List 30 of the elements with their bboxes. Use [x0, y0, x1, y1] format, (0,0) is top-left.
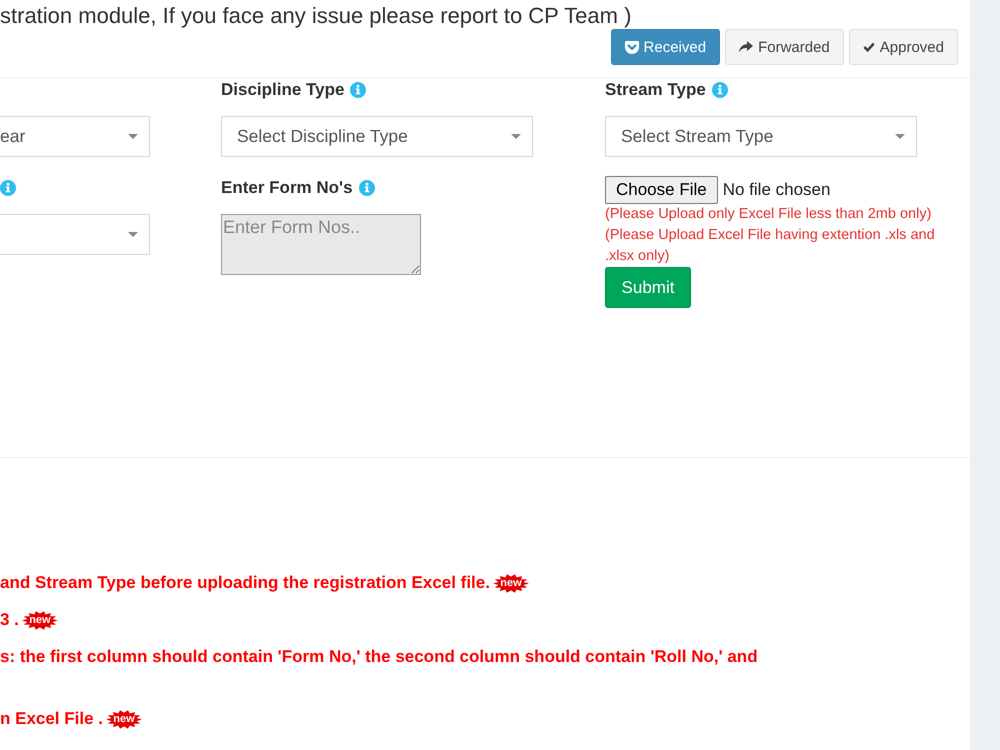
new-badge: new	[106, 710, 142, 730]
upload-hint-text: (Please Upload only Excel File less than 2mb only)	[605, 205, 932, 224]
share-icon	[739, 41, 754, 53]
text-area-field[interactable]: Enter Form Nos..	[221, 214, 421, 275]
select-dropdown[interactable]: ear	[0, 116, 150, 157]
field-label: Stream Type	[605, 80, 706, 100]
status-tab[interactable]: Approved	[848, 29, 958, 65]
notice-text: stration module, If you face any issue please report to CP Team )	[0, 3, 632, 29]
caret-icon	[128, 134, 138, 139]
caret-icon	[895, 134, 905, 139]
select-dropdown[interactable]: Select Stream Type	[605, 116, 917, 157]
caret-icon	[128, 232, 138, 237]
file-status-text: No file chosen	[722, 180, 830, 200]
field-label: Discipline Type	[221, 80, 344, 100]
check-icon	[862, 42, 875, 52]
choose-file-button[interactable]: Choose File	[605, 176, 718, 204]
note-text: and Stream Type before uploading the registration Excel file.	[0, 573, 490, 592]
note-text: s: the first column should contain 'Form No,' the second column should contain 'Roll No,' and	[0, 647, 758, 666]
upload-hint-text: (Please Upload Excel File having extention .xls and .xlsx only)	[605, 226, 936, 266]
status-tab[interactable]: Received	[610, 29, 720, 65]
caret-icon	[511, 134, 521, 139]
pocket-icon	[624, 40, 639, 54]
note-text: 3 .	[0, 610, 19, 629]
select-dropdown[interactable]	[0, 214, 150, 255]
new-badge: new	[22, 611, 58, 630]
status-tab[interactable]: Forwarded	[725, 29, 844, 65]
field-label: Enter Form No's	[221, 178, 353, 198]
select-dropdown[interactable]: Select Discipline Type	[221, 116, 533, 157]
note-text: n Excel File .	[0, 709, 103, 728]
new-badge: new	[492, 574, 529, 594]
